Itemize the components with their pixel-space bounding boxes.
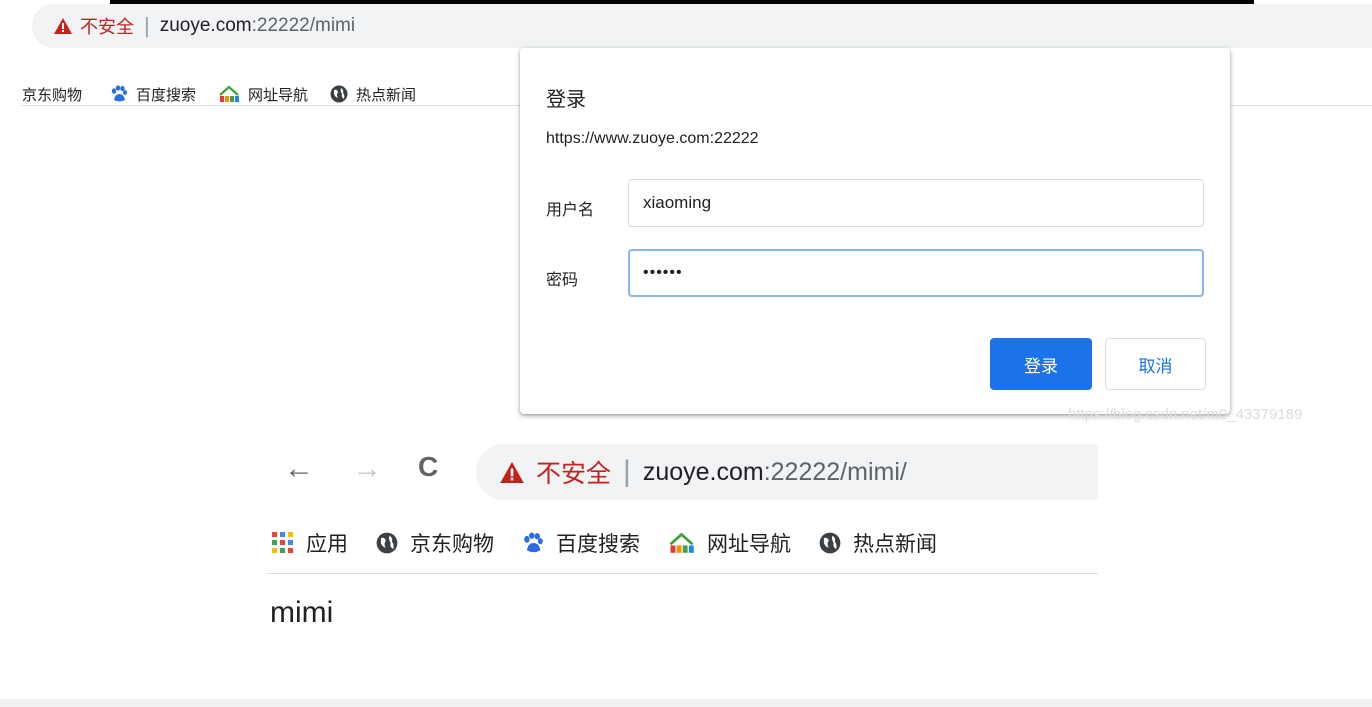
bookmark-label: 百度搜索	[136, 86, 197, 104]
bookmark-label: 网址导航	[707, 533, 791, 556]
security-label[interactable]: 不安全	[536, 454, 611, 490]
bookmark-label: 应用	[306, 533, 348, 556]
dialog-title: 登录	[546, 89, 586, 111]
globe-icon	[376, 532, 398, 554]
url-host: zuoye.com	[642, 457, 764, 486]
warning-icon	[54, 18, 72, 34]
bookmarks-bar: 京东购物 百度搜索 网址导航 热点新闻	[22, 82, 438, 106]
url-host: zuoye.com	[159, 15, 252, 36]
bookmark-label: 热点新闻	[853, 533, 937, 556]
bookmark-jd[interactable]: 京东购物	[376, 528, 494, 558]
password-input[interactable]: ••••••	[628, 249, 1204, 297]
address-bar-zoomed[interactable]: 不安全 | zuoye.com:22222/mimi/	[476, 444, 1098, 500]
url-separator: |	[144, 13, 150, 38]
password-label: 密码	[546, 272, 579, 289]
bookmark-apps[interactable]: 应用	[272, 528, 348, 558]
2345-house-icon	[219, 85, 240, 102]
bookmark-label: 京东购物	[22, 86, 83, 104]
bookmark-jd[interactable]: 京东购物	[22, 84, 82, 105]
warning-icon	[500, 461, 524, 483]
url-path: :22222/mimi/	[763, 457, 907, 486]
bookmark-2345[interactable]: 网址导航	[668, 528, 791, 558]
bookmark-label: 网址导航	[248, 86, 309, 104]
url-separator: |	[623, 455, 631, 488]
back-icon[interactable]: ←	[284, 452, 314, 486]
2345-house-icon	[669, 532, 694, 553]
bookmark-label: 百度搜索	[556, 533, 640, 556]
bookmark-news[interactable]: 热点新闻	[330, 84, 416, 105]
bookmarks-divider-zoomed	[267, 573, 1098, 574]
bookmark-news[interactable]: 热点新闻	[819, 528, 937, 558]
bookmark-baidu[interactable]: 百度搜索	[522, 528, 640, 558]
bookmarks-bar-zoomed: 应用 京东购物 百度搜索 网址导航 热点新闻	[272, 527, 1098, 559]
login-dialog: 登录 https://www.zuoye.com:22222 用户名 密码 ••…	[520, 48, 1230, 414]
cancel-button[interactable]: 取消	[1105, 338, 1206, 390]
globe-icon	[819, 532, 841, 554]
username-input[interactable]	[628, 179, 1204, 227]
url-path: :22222/mimi	[251, 15, 356, 36]
page-body-text: mimi	[270, 596, 334, 629]
watermark-text: https://blog.csdn.net/m0_43379189	[1068, 406, 1303, 423]
bookmark-label: 热点新闻	[356, 86, 417, 104]
globe-icon	[330, 85, 348, 103]
security-label[interactable]: 不安全	[80, 13, 134, 39]
login-button[interactable]: 登录	[990, 338, 1092, 390]
bookmark-label: 京东购物	[410, 533, 494, 556]
address-bar[interactable]: 不安全 | zuoye.com:22222/mimi	[32, 4, 1372, 48]
forward-icon[interactable]: →	[352, 452, 382, 486]
apps-grid-icon	[272, 532, 293, 553]
baidu-paw-icon	[524, 532, 543, 553]
reload-icon[interactable]: C	[418, 451, 438, 483]
baidu-paw-icon	[111, 85, 128, 102]
dialog-origin: https://www.zuoye.com:22222	[546, 130, 759, 147]
bookmark-2345[interactable]: 网址导航	[218, 84, 308, 105]
bookmark-baidu[interactable]: 百度搜索	[110, 84, 196, 105]
username-label: 用户名	[546, 202, 595, 219]
bottom-edge	[0, 699, 1372, 707]
